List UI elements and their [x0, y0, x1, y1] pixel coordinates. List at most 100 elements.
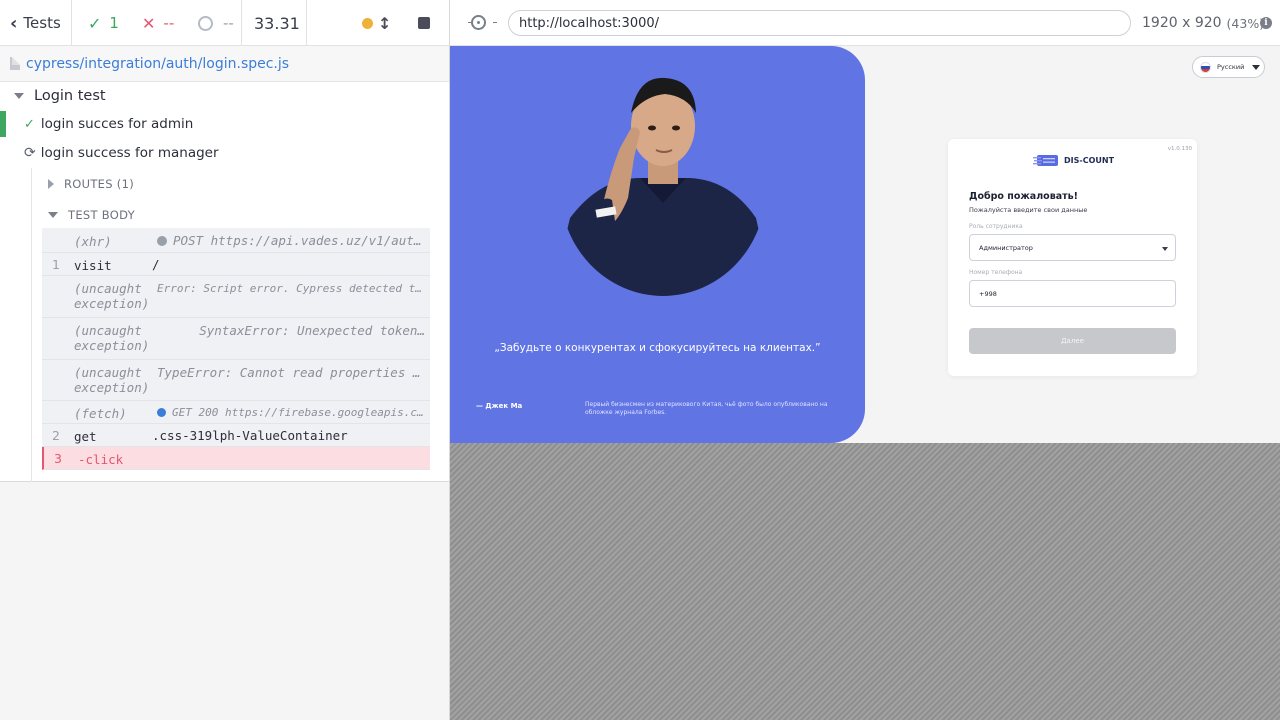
viewport-scale: (43%): [1226, 15, 1265, 31]
hero-caption: Первый бизнесмен из материкового Китая, …: [585, 401, 828, 416]
spec-file-link[interactable]: cypress/integration/auth/login.spec.js: [26, 56, 289, 72]
selector-playground-icon[interactable]: [468, 15, 497, 30]
phone-label: Номер телефона: [969, 269, 1023, 276]
chevron-down-icon: [1162, 247, 1168, 251]
route-bullet-icon: [157, 236, 167, 246]
pending-stat: --: [198, 0, 234, 46]
command-row[interactable]: 1 visit /: [42, 253, 430, 276]
suite-title: Login test: [34, 88, 106, 104]
role-value: Администратор: [979, 243, 1033, 252]
route-bullet-icon: [157, 408, 166, 417]
chevron-left-icon: ‹: [10, 12, 18, 34]
check-icon: ✓: [88, 13, 102, 33]
reporter-header: ‹ Tests ✓ 1 ✕ -- -- 33.31 ↕: [0, 0, 449, 46]
runnables-list: Login test ✓ login succes for admin ⟳ lo…: [0, 82, 449, 482]
url-text: http://localhost:3000/: [519, 15, 660, 31]
test-body-label: TEST BODY: [68, 208, 135, 222]
app-preview: „Забудьте о конкурентах и сфокусируйтесь…: [450, 46, 1280, 443]
test-detail: ROUTES (1) TEST BODY (xhr) POST https://…: [31, 168, 449, 482]
language-label: Русский: [1217, 63, 1245, 71]
viewport-size: 1920 x 920: [1142, 15, 1222, 31]
refresh-icon: ⟳: [24, 145, 36, 161]
check-icon: ✓: [24, 116, 35, 132]
hero-panel: „Забудьте о конкурентах и сфокусируйтесь…: [450, 46, 865, 443]
command-name: (uncaught exception): [74, 281, 150, 311]
routes-section-header[interactable]: ROUTES (1): [48, 174, 134, 194]
command-number: 3: [54, 451, 62, 466]
autoscroll-toggle-icon[interactable]: ↕: [378, 0, 391, 46]
test-title: login success for manager: [40, 145, 219, 161]
language-selector[interactable]: Русский: [1192, 56, 1265, 78]
test-body-header[interactable]: TEST BODY: [48, 205, 135, 225]
x-icon: ✕: [142, 13, 156, 33]
portrait-image: [560, 77, 766, 296]
viewport-info: 1920 x 920 (43%): [1142, 0, 1264, 46]
command-message: /: [152, 257, 160, 272]
role-label: Роль сотрудника: [969, 223, 1023, 230]
brand-name: DIS-COUNT: [1064, 155, 1115, 165]
command-log: (xhr) POST https://api.vades.uz/v1/auth……: [42, 228, 430, 470]
suite-login-test[interactable]: Login test: [14, 86, 106, 106]
hero-quote: „Забудьте о конкурентах и сфокусируйтесь…: [494, 342, 821, 354]
next-button[interactable]: Далее: [969, 328, 1176, 354]
command-row-failed[interactable]: 3 -click: [42, 447, 430, 470]
passed-stat: ✓ 1: [88, 0, 119, 46]
caret-right-icon: [48, 179, 54, 189]
command-name: -click: [78, 452, 124, 467]
tests-button[interactable]: ‹ Tests: [10, 0, 61, 46]
url-bar[interactable]: http://localhost:3000/: [508, 10, 1131, 36]
flag-russia-icon: [1200, 61, 1211, 73]
pending-circle-icon: [198, 15, 213, 31]
test-title: login succes for admin: [40, 116, 194, 132]
command-name: get: [74, 429, 97, 444]
command-message: Error: Script error. Cypress detected th…: [157, 282, 425, 295]
command-name: (uncaught exception): [74, 365, 150, 395]
welcome-title: Добро пожаловать!: [969, 191, 1078, 202]
command-message: POST https://api.vades.uz/v1/auth…: [157, 233, 425, 248]
duration: 33.31: [254, 13, 300, 33]
routes-label: ROUTES (1): [64, 177, 134, 191]
command-number: 1: [52, 257, 60, 272]
phone-value: +998: [979, 289, 997, 298]
role-select[interactable]: Администратор: [969, 234, 1176, 261]
command-row[interactable]: (uncaught exception) TypeError: Cannot r…: [42, 360, 430, 401]
brand: DIS-COUNT: [1033, 152, 1114, 168]
command-name: (fetch): [74, 406, 127, 421]
brand-logo-icon: [1033, 154, 1058, 166]
file-icon: [10, 57, 20, 70]
reporter-panel: ‹ Tests ✓ 1 ✕ -- -- 33.31 ↕ cypress/inte…: [0, 0, 450, 720]
caret-down-icon: [48, 212, 58, 218]
quote-author: — Джек Ма: [476, 402, 523, 410]
phone-input[interactable]: +998: [969, 280, 1176, 307]
command-message: .css-319lph-ValueContainer: [152, 428, 348, 443]
command-message: TypeError: Cannot read properties of…: [157, 365, 425, 380]
command-name: visit: [74, 258, 112, 273]
command-row[interactable]: (xhr) POST https://api.vades.uz/v1/auth…: [42, 228, 430, 253]
caret-down-icon: [1252, 64, 1261, 70]
command-message: GET 200 https://firebase.googleapis.com/…: [157, 405, 425, 420]
test-login-manager[interactable]: ⟳ login success for manager: [24, 142, 219, 164]
passed-count: 1: [109, 14, 119, 32]
pending-count: --: [223, 14, 234, 32]
failed-count: --: [163, 14, 175, 32]
info-icon[interactable]: i: [1260, 17, 1272, 29]
command-row[interactable]: 2 get .css-319lph-ValueContainer: [42, 424, 430, 447]
command-number: 2: [52, 428, 60, 443]
stop-button[interactable]: [418, 0, 430, 46]
command-row[interactable]: (uncaught exception) Error: Script error…: [42, 276, 430, 318]
running-status-icon: [362, 0, 373, 46]
stop-icon: [418, 17, 430, 29]
app-version: v1.0.130: [1167, 146, 1192, 152]
command-row[interactable]: (fetch) GET 200 https://firebase.googlea…: [42, 401, 430, 424]
tests-label: Tests: [23, 14, 61, 32]
command-name: (xhr): [74, 234, 112, 249]
spec-file-bar: cypress/integration/auth/login.spec.js: [0, 46, 449, 82]
command-name: (uncaught exception): [74, 323, 150, 353]
command-message: SyntaxError: Unexpected token…: [199, 323, 425, 338]
test-login-admin[interactable]: ✓ login succes for admin: [0, 111, 449, 137]
command-row[interactable]: (uncaught exception) SyntaxError: Unexpe…: [42, 318, 430, 360]
failed-stat: ✕ --: [142, 0, 174, 46]
welcome-subtitle: Пожалуйста введите свои данные: [969, 206, 1088, 214]
login-card: v1.0.130 DIS-COUNT Добро пожаловать! Пож…: [948, 139, 1197, 376]
caret-down-icon: [14, 93, 24, 99]
